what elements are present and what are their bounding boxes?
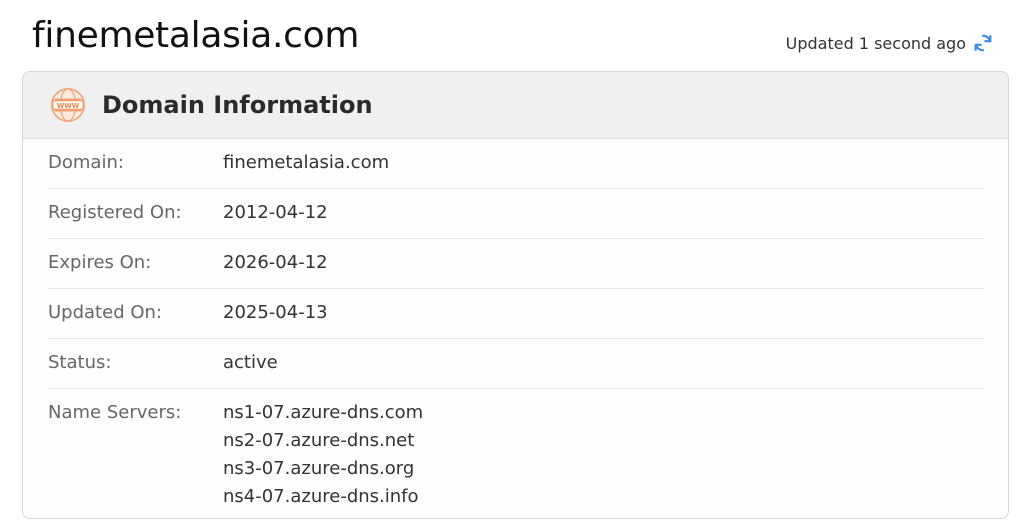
- refresh-icon[interactable]: [972, 32, 994, 54]
- name-server-list: ns1-07.azure-dns.com ns2-07.azure-dns.ne…: [223, 399, 423, 511]
- name-server: ns4-07.azure-dns.info: [223, 486, 419, 507]
- name-server: ns2-07.azure-dns.net: [223, 430, 415, 451]
- row-label: Status:: [48, 352, 112, 373]
- row-registered-on: Registered On: 2012-04-12: [48, 189, 984, 239]
- row-status: Status: active: [48, 339, 984, 389]
- row-label: Expires On:: [48, 252, 152, 273]
- page-title: finemetalasia.com: [32, 15, 360, 56]
- domain-information-card: WWW Domain Information Domain: finemetal…: [22, 71, 1009, 519]
- updated-text: Updated 1 second ago: [785, 33, 966, 53]
- name-server: ns3-07.azure-dns.org: [223, 458, 415, 479]
- row-label: Registered On:: [48, 202, 182, 223]
- card-title: Domain Information: [102, 91, 373, 119]
- row-label: Updated On:: [48, 302, 162, 323]
- row-name-servers: Name Servers: ns1-07.azure-dns.com ns2-0…: [48, 389, 984, 518]
- info-rows: Domain: finemetalasia.com Registered On:…: [23, 139, 1008, 518]
- row-updated-on: Updated On: 2025-04-13: [48, 289, 984, 339]
- row-label: Name Servers:: [48, 402, 182, 423]
- row-domain: Domain: finemetalasia.com: [48, 139, 984, 189]
- www-icon: WWW: [51, 88, 85, 122]
- row-label: Domain:: [48, 152, 124, 173]
- row-value: active: [223, 352, 278, 373]
- row-value: 2026-04-12: [223, 252, 328, 273]
- name-server: ns1-07.azure-dns.com: [223, 402, 424, 423]
- card-header: WWW Domain Information: [23, 72, 1008, 139]
- row-expires-on: Expires On: 2026-04-12: [48, 239, 984, 289]
- row-value: 2012-04-12: [223, 202, 328, 223]
- row-value: 2025-04-13: [223, 302, 328, 323]
- svg-text:WWW: WWW: [57, 102, 80, 110]
- row-value: finemetalasia.com: [223, 152, 390, 173]
- updated-status: Updated 1 second ago: [786, 32, 994, 54]
